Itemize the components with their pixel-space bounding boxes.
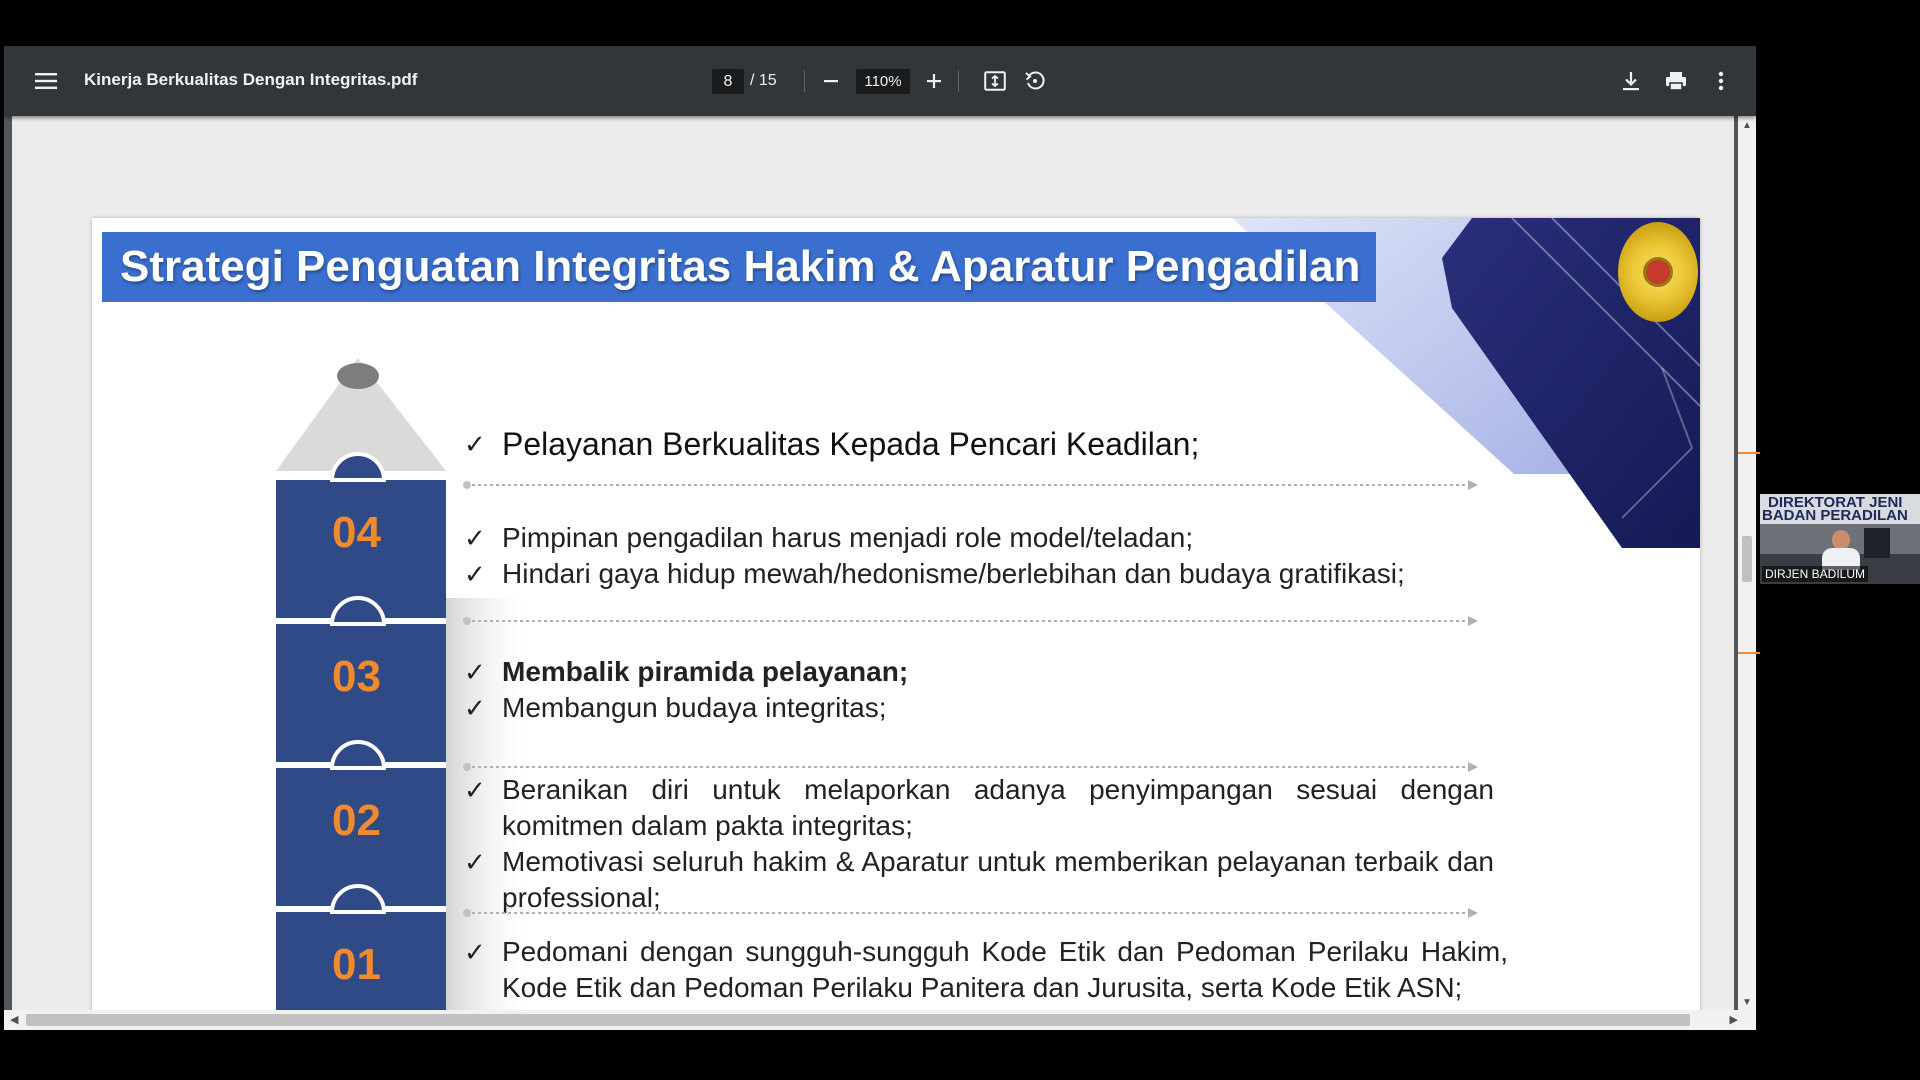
- menu-button[interactable]: [28, 65, 64, 97]
- toolbar-divider: [804, 70, 805, 92]
- dotted-divider: [463, 762, 1478, 772]
- print-button[interactable]: [1658, 65, 1694, 97]
- participant-video-tile[interactable]: DIREKTORAT JENI BADAN PERADILAN DIRJEN B…: [1760, 494, 1920, 584]
- pdf-viewer: Kinerja Berkualitas Dengan Integritas.pd…: [4, 46, 1756, 1030]
- fit-to-page-icon: [984, 71, 1006, 91]
- group-04: ✓ Pimpinan pengadilan harus menjadi role…: [464, 520, 1504, 592]
- more-options-button[interactable]: [1704, 65, 1738, 97]
- slide-title: Strategi Penguatan Integritas Hakim & Ap…: [120, 242, 1361, 291]
- document-title: Kinerja Berkualitas Dengan Integritas.pd…: [84, 70, 418, 89]
- scroll-left-arrow-icon[interactable]: ◀: [10, 1013, 18, 1026]
- slide-title-bar: Strategi Penguatan Integritas Hakim & Ap…: [102, 232, 1376, 302]
- check-icon: ✓: [464, 847, 486, 877]
- check-icon: ✓: [464, 693, 486, 723]
- scroll-down-arrow-icon[interactable]: ▼: [1742, 997, 1752, 1008]
- court-emblem-logo: [1618, 222, 1698, 322]
- hamburger-menu-icon: [35, 73, 57, 89]
- download-button[interactable]: [1614, 65, 1648, 97]
- list-item-text: Pedomani dengan sungguh-sungguh Kode Eti…: [502, 936, 1508, 1003]
- emblem-center: [1643, 257, 1673, 287]
- dotted-divider: [463, 908, 1478, 918]
- screen: Kinerja Berkualitas Dengan Integritas.pd…: [0, 0, 1920, 1080]
- check-icon: ✓: [464, 775, 486, 805]
- dotted-divider: [463, 480, 1478, 490]
- speaker-head: [1832, 530, 1850, 550]
- level-number-04: 04: [332, 508, 381, 557]
- group-02: ✓ Beranikan diri untuk melaporkan adanya…: [464, 772, 1494, 916]
- speaker-highlight-line: [1738, 452, 1760, 454]
- list-item-text: Membangun budaya integritas;: [502, 692, 887, 723]
- fit-to-page-button[interactable]: [978, 65, 1012, 97]
- vertical-scroll-thumb[interactable]: [1742, 536, 1752, 582]
- check-icon: ✓: [464, 429, 486, 459]
- speaker-highlight-line: [1738, 652, 1760, 654]
- check-icon: ✓: [464, 937, 486, 967]
- top-statement: ✓ Pelayanan Berkualitas Kepada Pencari K…: [464, 424, 1504, 464]
- list-item-text: Memotivasi seluruh hakim & Aparatur untu…: [502, 846, 1494, 913]
- zoom-input[interactable]: 110%: [856, 69, 910, 94]
- zoom-out-button[interactable]: [816, 65, 846, 97]
- zoom-in-button[interactable]: [918, 65, 950, 97]
- download-icon: [1623, 72, 1639, 91]
- scroll-right-arrow-icon[interactable]: ▶: [1730, 1013, 1738, 1026]
- more-vertical-icon: [1718, 71, 1724, 91]
- horizontal-scrollbar[interactable]: ◀ ▶: [4, 1010, 1756, 1030]
- check-icon: ✓: [464, 657, 486, 687]
- pdf-toolbar: Kinerja Berkualitas Dengan Integritas.pd…: [4, 46, 1756, 116]
- vertical-scrollbar[interactable]: ▲ ▼: [1738, 116, 1756, 1010]
- pdf-page: Strategi Penguatan Integritas Hakim & Ap…: [92, 218, 1700, 1010]
- list-item-text: Beranikan diri untuk melaporkan adanya p…: [502, 774, 1494, 841]
- plus-icon: [927, 74, 941, 88]
- participant-name-tag: DIRJEN BADILUM: [1762, 566, 1869, 582]
- scroll-up-arrow-icon[interactable]: ▲: [1742, 120, 1752, 131]
- group-01: ✓ Pedomani dengan sungguh-sungguh Kode E…: [464, 934, 1508, 1006]
- list-item: ✓ Beranikan diri untuk melaporkan adanya…: [464, 772, 1494, 844]
- rotate-button[interactable]: [1018, 65, 1052, 97]
- page-number-input[interactable]: 8: [712, 69, 744, 94]
- toolbar-divider: [958, 70, 959, 92]
- page-total: / 15: [750, 72, 777, 89]
- level-number-01: 01: [332, 940, 381, 989]
- print-icon: [1666, 72, 1686, 91]
- check-icon: ✓: [464, 523, 486, 553]
- list-item-text: Hindari gaya hidup mewah/hedonisme/berle…: [502, 558, 1405, 589]
- list-item-text: Pimpinan pengadilan harus menjadi role m…: [502, 522, 1194, 553]
- list-item: ✓ Pimpinan pengadilan harus menjadi role…: [464, 520, 1504, 556]
- list-item: ✓ Membalik piramida pelayanan;: [464, 654, 1504, 690]
- group-03: ✓ Membalik piramida pelayanan; ✓ Membang…: [464, 654, 1504, 726]
- top-statement-text: Pelayanan Berkualitas Kepada Pencari Kea…: [502, 426, 1200, 462]
- level-number-02: 02: [332, 796, 381, 845]
- rotate-icon: [1025, 71, 1045, 90]
- list-item: ✓ Pedomani dengan sungguh-sungguh Kode E…: [464, 934, 1508, 1006]
- list-item: ✓ Membangun budaya integritas;: [464, 690, 1504, 726]
- document-area[interactable]: Strategi Penguatan Integritas Hakim & Ap…: [12, 116, 1734, 1010]
- list-item-text: Membalik piramida pelayanan;: [502, 656, 909, 687]
- list-item: ✓ Hindari gaya hidup mewah/hedonisme/ber…: [464, 556, 1504, 592]
- check-icon: ✓: [464, 559, 486, 589]
- video-banner-line-2: BADAN PERADILAN: [1762, 507, 1908, 524]
- dotted-divider: [463, 616, 1478, 626]
- monitor: [1864, 528, 1890, 558]
- minus-icon: [824, 80, 838, 83]
- horizontal-scroll-thumb[interactable]: [26, 1014, 1690, 1026]
- list-item: ✓ Memotivasi seluruh hakim & Aparatur un…: [464, 844, 1494, 916]
- level-number-03: 03: [332, 652, 381, 701]
